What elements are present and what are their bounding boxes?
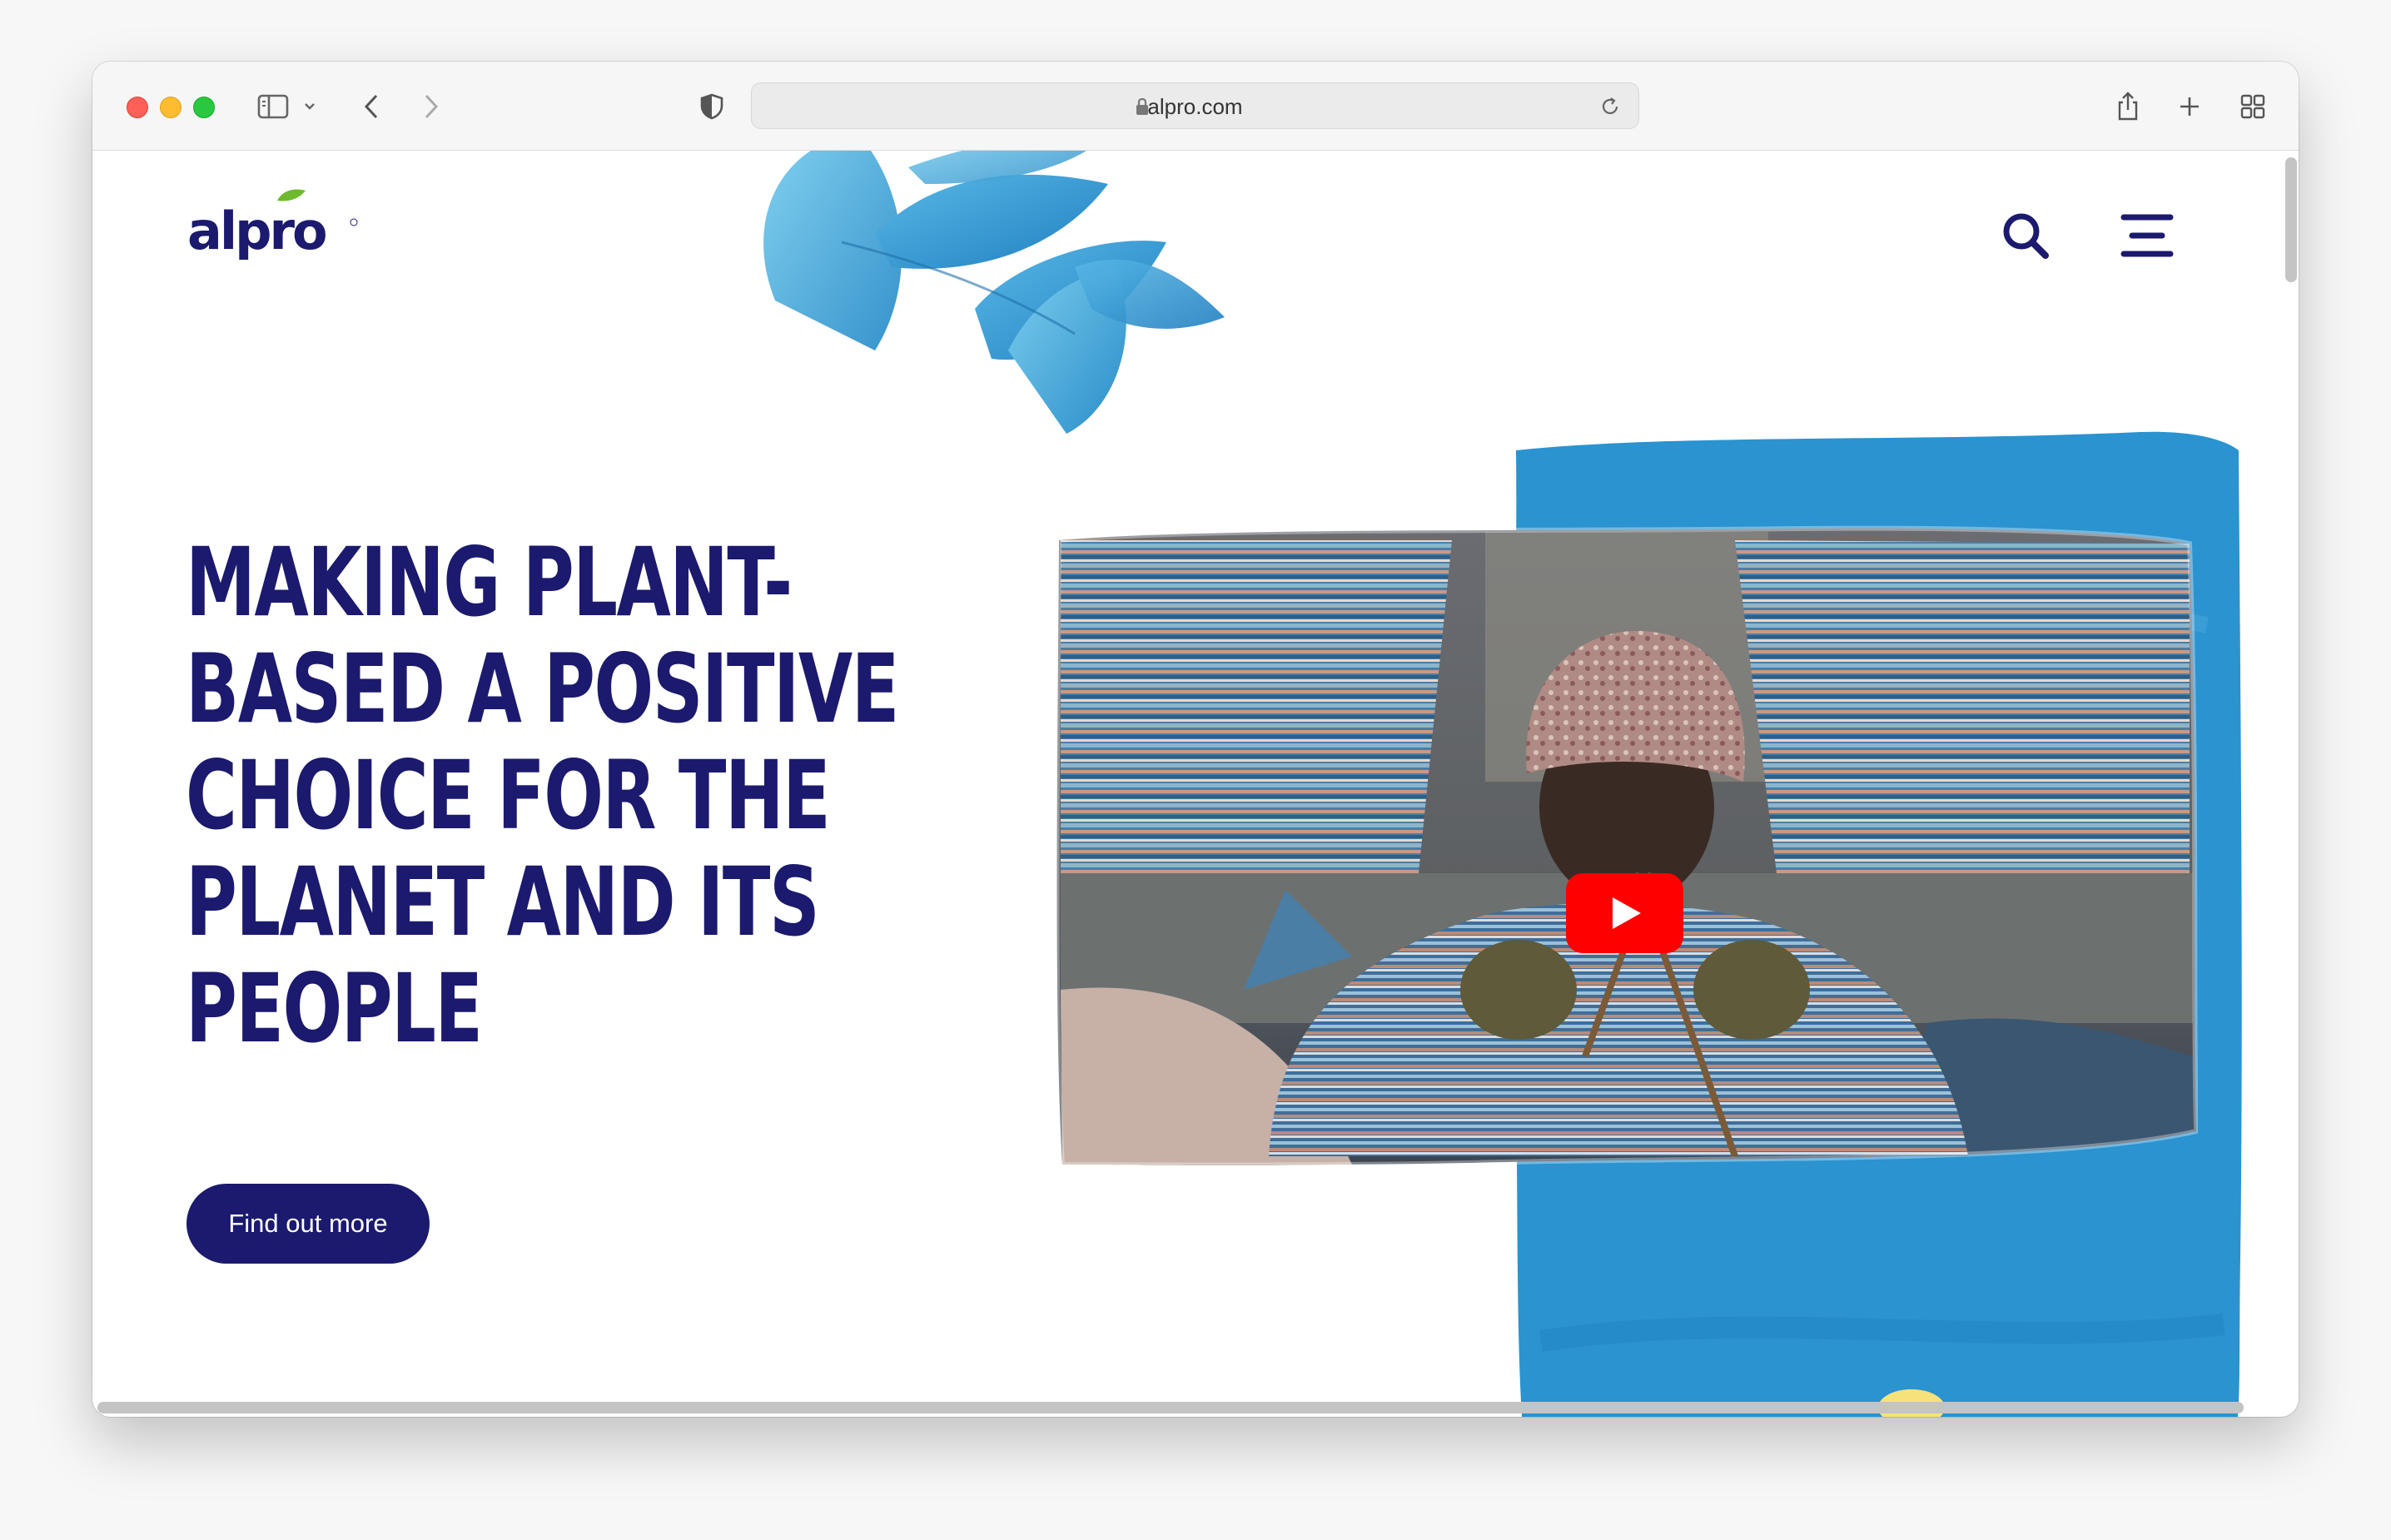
page-viewport: alpro MAKING PLANT-BASED A POSITIVE CHOI… [92,151,2299,1417]
back-icon[interactable] [359,90,384,123]
hero-headline: MAKING PLANT-BASED A POSITIVE CHOICE FOR… [186,529,899,1062]
play-button[interactable] [1566,873,1683,953]
video-player[interactable] [1052,524,2198,1170]
new-tab-icon[interactable] [2177,90,2202,123]
find-out-more-button[interactable]: Find out more [186,1184,430,1264]
chevron-down-icon[interactable] [301,90,318,123]
url-text[interactable]: alpro.com [752,83,1638,130]
browser-toolbar: alpro.com [92,62,2299,151]
search-icon[interactable] [1999,209,2052,262]
leaves-illustration [763,151,1225,434]
play-icon [1612,897,1641,929]
svg-text:alpro: alpro [187,201,326,261]
address-bar[interactable]: alpro.com [751,82,1639,129]
close-window-button[interactable] [127,97,148,118]
zoom-window-button[interactable] [193,97,215,118]
sidebar-icon[interactable] [255,90,291,123]
forward-icon[interactable] [419,90,444,123]
share-icon[interactable] [2114,90,2142,123]
menu-icon[interactable] [2120,211,2174,261]
horizontal-scrollbar[interactable] [97,1402,2244,1413]
hero-headline-text: MAKING PLANT-BASED A POSITIVE CHOICE FOR… [186,527,899,1064]
minimize-window-button[interactable] [160,97,181,118]
alpro-logo[interactable]: alpro [184,184,359,267]
reload-icon[interactable] [1598,95,1622,122]
vertical-scrollbar[interactable] [2285,157,2297,282]
tab-overview-icon[interactable] [2239,90,2267,123]
shield-icon[interactable] [698,90,726,123]
browser-window: alpro.com alpro MAKING PLANT-BASED A POS… [92,62,2299,1417]
